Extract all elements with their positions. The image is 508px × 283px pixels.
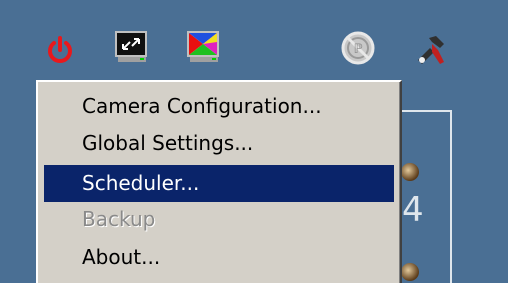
no-channel-icon[interactable]: ℙ (340, 30, 376, 66)
context-menu: Camera Configuration... Global Settings.… (36, 80, 402, 283)
svg-text:ℙ: ℙ (353, 42, 362, 57)
channel-number: 4 (402, 190, 424, 230)
menu-item-backup: Backup (82, 207, 156, 231)
color-monitor-icon[interactable] (186, 30, 222, 66)
camera-monitor-icon[interactable] (114, 30, 150, 66)
menu-item-scheduler[interactable]: Scheduler... (44, 165, 394, 202)
panel-border-top (400, 110, 452, 112)
tools-icon[interactable] (414, 32, 448, 66)
menu-item-global-settings[interactable]: Global Settings... (44, 125, 394, 162)
bolt-icon (401, 163, 419, 181)
bolt-icon (401, 263, 419, 281)
power-icon[interactable] (44, 34, 76, 66)
menu-item-about[interactable]: About... (44, 239, 394, 276)
menu-item-camera-configuration[interactable]: Camera Configuration... (44, 88, 394, 125)
panel-border-right (450, 112, 452, 283)
